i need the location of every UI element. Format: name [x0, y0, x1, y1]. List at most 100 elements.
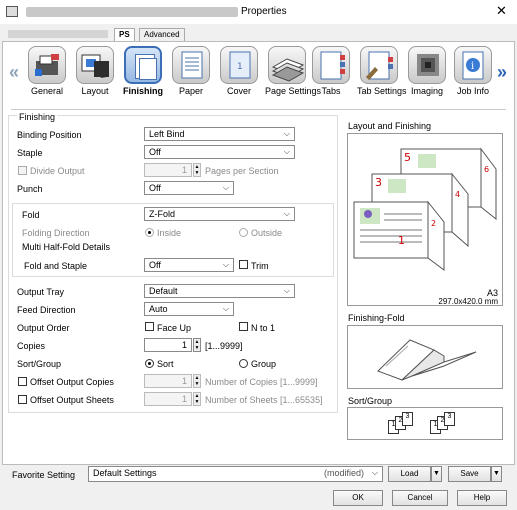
save-button[interactable]: Save	[448, 466, 491, 482]
face-up-checkbox[interactable]	[145, 322, 154, 331]
sort-group-preview: 1 2 3 1 2 3	[347, 407, 503, 440]
output-tray-label: Output Tray	[17, 287, 65, 297]
group-label: Group	[251, 359, 277, 369]
tab-advanced[interactable]: Advanced	[139, 28, 185, 42]
category-label: Tabs	[321, 86, 341, 96]
punch-label: Punch	[17, 184, 43, 194]
staple-value: Off	[149, 147, 161, 157]
divider	[11, 109, 506, 110]
offset-copies-stepper[interactable]: ▲ ▼	[193, 374, 201, 388]
fold-label: Fold	[22, 210, 40, 220]
layout-icon	[76, 46, 114, 84]
tab-redacted	[8, 30, 108, 38]
face-up-label: Face Up	[157, 323, 192, 333]
layout-finishing-title: Layout and Finishing	[348, 121, 432, 131]
fold-value: Z-Fold	[149, 209, 176, 219]
offset-sheets-input[interactable]: 1	[144, 392, 192, 406]
sheet-3: 3	[402, 412, 413, 426]
category-general[interactable]: General	[25, 46, 69, 96]
copies-input[interactable]: 1	[144, 338, 192, 352]
cover-icon: 1	[220, 46, 258, 84]
output-tray-value: Default	[149, 286, 178, 296]
output-order-label: Output Order	[17, 323, 70, 333]
output-tray-select[interactable]: Default ⌵	[144, 284, 295, 298]
scroll-left-icon[interactable]: «	[9, 62, 19, 83]
sort-label: Sort	[157, 359, 174, 369]
tab-ps[interactable]: PS	[114, 28, 135, 42]
sort-radio[interactable]	[145, 359, 154, 368]
category-page-settings[interactable]: Page Settings	[265, 46, 321, 96]
page-settings-icon	[268, 46, 306, 84]
fold-and-staple-select[interactable]: Off ⌵	[144, 258, 234, 272]
binding-position-select[interactable]: Left Bind ⌵	[144, 127, 295, 141]
offset-sheets-stepper[interactable]: ▲ ▼	[193, 392, 201, 406]
chevron-down-icon: ⌵	[222, 260, 229, 269]
help-button[interactable]: Help	[457, 490, 507, 506]
fold-and-staple-value: Off	[149, 260, 161, 270]
category-finishing[interactable]: Finishing	[121, 46, 165, 96]
group-radio[interactable]	[239, 359, 248, 368]
z-fold-illustration	[377, 339, 477, 381]
offset-output-sheets-label: Offset Output Sheets	[30, 395, 114, 405]
folding-direction-label: Folding Direction	[22, 228, 90, 238]
category-imaging[interactable]: Imaging	[405, 46, 449, 96]
offset-output-copies-checkbox[interactable]	[18, 377, 27, 386]
finishing-fold-title: Finishing-Fold	[348, 313, 405, 323]
chevron-down-icon: ⌵	[222, 304, 229, 313]
multi-half-fold-label: Multi Half-Fold Details	[22, 242, 111, 252]
load-dropdown-icon[interactable]: ▼	[431, 466, 442, 482]
offset-output-sheets-checkbox[interactable]	[18, 395, 27, 404]
divide-output-input[interactable]: 1	[144, 163, 192, 177]
feed-direction-value: Auto	[149, 304, 168, 314]
divide-output-stepper[interactable]: ▲ ▼	[193, 163, 201, 177]
imaging-icon	[408, 46, 446, 84]
favorite-setting-select[interactable]: Default Settings (modified) ⌵	[88, 466, 383, 482]
tab-settings-icon	[360, 46, 398, 84]
trim-label: Trim	[251, 261, 269, 271]
chevron-down-icon: ⌵	[283, 286, 290, 295]
finishing-icon	[124, 46, 162, 84]
inside-radio[interactable]	[145, 228, 154, 237]
outside-radio[interactable]	[239, 228, 248, 237]
close-icon[interactable]: ✕	[496, 3, 507, 19]
category-label: General	[30, 86, 64, 96]
job-info-icon: i	[454, 46, 492, 84]
number-of-copies-label: Number of Copies [1...9999]	[205, 377, 318, 387]
punch-value: Off	[149, 183, 161, 193]
printer-icon	[6, 6, 18, 17]
feed-direction-select[interactable]: Auto ⌵	[144, 302, 234, 316]
divide-output-label: Divide Output	[30, 166, 85, 176]
chevron-down-icon: ⌵	[371, 468, 378, 477]
fold-select[interactable]: Z-Fold ⌵	[144, 207, 295, 221]
category-tabs[interactable]: Tabs	[309, 46, 353, 96]
category-label: Paper	[178, 86, 204, 96]
category-layout[interactable]: Layout	[73, 46, 117, 96]
category-job-info[interactable]: i Job Info	[451, 46, 495, 96]
binding-position-label: Binding Position	[17, 130, 82, 140]
favorite-setting-label: Favorite Setting	[12, 470, 76, 480]
staple-select[interactable]: Off ⌵	[144, 145, 295, 159]
n-to-1-checkbox[interactable]	[239, 322, 248, 331]
save-dropdown-icon[interactable]: ▼	[491, 466, 502, 482]
category-cover[interactable]: 1 Cover	[217, 46, 261, 96]
copies-label: Copies	[17, 341, 46, 351]
cancel-button[interactable]: Cancel	[392, 490, 448, 506]
offset-copies-input[interactable]: 1	[144, 374, 192, 388]
load-button[interactable]: Load	[388, 466, 431, 482]
category-label: Imaging	[410, 86, 444, 96]
chevron-down-icon: ⌵	[283, 209, 290, 218]
page-number-3: 3	[375, 176, 382, 189]
number-of-sheets-label: Number of Sheets [1...65535]	[205, 395, 323, 405]
page-number-4: 4	[455, 190, 460, 199]
category-paper[interactable]: Paper	[169, 46, 213, 96]
trim-checkbox[interactable]	[239, 260, 248, 269]
scroll-right-icon[interactable]: »	[497, 62, 507, 83]
sort-group-title: Sort/Group	[348, 396, 393, 406]
paper-icon	[172, 46, 210, 84]
punch-select[interactable]: Off ⌵	[144, 181, 234, 195]
copies-stepper[interactable]: ▲ ▼	[193, 338, 201, 352]
category-tab-settings[interactable]: Tab Settings	[357, 46, 407, 96]
ok-button[interactable]: OK	[333, 490, 383, 506]
divide-output-checkbox[interactable]	[18, 166, 27, 175]
tabs-icon	[312, 46, 350, 84]
